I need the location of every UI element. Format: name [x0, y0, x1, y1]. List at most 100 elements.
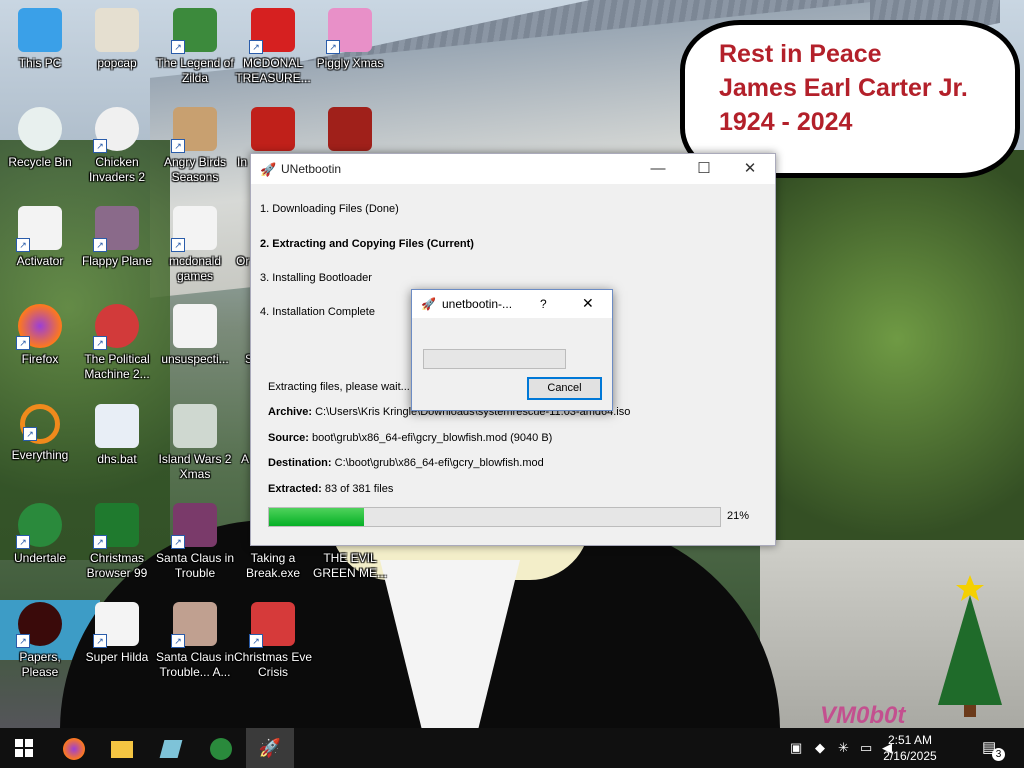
title-bar[interactable]: 🚀 UNetbootin — ☐ ✕ — [251, 154, 775, 184]
island-wars-icon — [173, 404, 217, 448]
santa-icon: ↗ — [171, 602, 217, 648]
icon-label: Taking a Break.exe — [245, 551, 301, 580]
maximize-button[interactable]: ☐ — [681, 154, 727, 184]
desktop-icon-angry-birds[interactable]: ↗ Angry Birds Seasons — [155, 103, 235, 199]
angry-birds-icon: ↗ — [171, 107, 217, 153]
step-1: 1. Downloading Files (Done) — [260, 203, 399, 215]
desktop-icon-undertale[interactable]: ↗ Undertale — [0, 499, 80, 595]
desktop-icon-christmas-browser[interactable]: ↗ Christmas Browser 99 — [77, 499, 157, 595]
dialog-progress-bar — [423, 349, 566, 369]
clock[interactable]: 2:51 AM 2/16/2025 — [880, 732, 940, 764]
mcdonalds-icon: ↗ — [249, 8, 295, 54]
taskbar-file-explorer[interactable] — [98, 728, 146, 768]
desktop-icon-piggly-xmas[interactable]: ↗ Piggly Xmas — [310, 4, 390, 100]
minimize-button[interactable]: — — [635, 154, 681, 184]
tray-app-icon[interactable]: ▣ — [790, 740, 802, 756]
tray-shield-icon[interactable]: ◆ — [815, 740, 825, 756]
christmas-tree-decoration — [930, 570, 1010, 720]
desktop-icon-activator[interactable]: ↗ Activator — [0, 202, 80, 298]
desktop-icon-mcdonald-treasure[interactable]: ↗ MCDONAL TREASURE... — [233, 4, 313, 100]
icon-label: Santa Claus in Trouble — [155, 551, 235, 580]
desktop-icon-popcap[interactable]: popcap — [77, 4, 157, 100]
snowman-icon — [251, 107, 295, 151]
taskbar-firefox[interactable] — [50, 728, 98, 768]
start-button[interactable] — [0, 728, 48, 768]
taskbar-app-3[interactable] — [147, 728, 195, 768]
unetbootin-dialog: 🚀 unetbootin-... ? ✕ Cancel — [411, 289, 613, 411]
help-button[interactable]: ? — [540, 297, 547, 311]
rocket-icon: 🚀 — [421, 297, 436, 311]
zilda-icon: ↗ — [171, 8, 217, 54]
destination-value: C:\boot\grub\x86_64-efi\gcry_blowfish.mo… — [331, 457, 544, 469]
archive-label: Archive: — [268, 406, 313, 418]
network-icon[interactable]: ▭ — [860, 740, 872, 756]
taskbar-unetbootin[interactable]: 🚀 — [246, 728, 294, 768]
icon-label: Santa Claus in Trouble... A... — [155, 650, 235, 679]
santa-icon: ↗ — [171, 503, 217, 549]
desktop-icon-this-pc[interactable]: This PC — [0, 4, 80, 100]
dialog-title-bar[interactable]: 🚀 unetbootin-... ? ✕ — [412, 290, 612, 318]
icon-label: Flappy Plane — [81, 254, 153, 268]
icon-label: The Political Machine 2... — [84, 352, 150, 381]
icon-label: Everything — [11, 448, 69, 462]
icon-label: Island Wars 2 Xmas — [158, 452, 232, 481]
file-icon: ↗ — [16, 206, 62, 252]
teddy-bear-icon — [328, 107, 372, 151]
desktop-icon-flappy-plane[interactable]: ↗ Flappy Plane — [77, 202, 157, 298]
icon-label: Undertale — [13, 551, 67, 565]
desktop-icon-mcdonald-games[interactable]: ↗ mcdonald games — [155, 202, 235, 298]
desktop-icon-chicken-invaders[interactable]: ↗ Chicken Invaders 2 — [77, 103, 157, 199]
extracted-label: Extracted: — [268, 483, 322, 495]
icon-label: popcap — [97, 56, 137, 70]
progress-bar — [268, 507, 721, 527]
watermark: VM0b0t — [820, 702, 906, 728]
desktop-icon-political-machine[interactable]: ↗ The Political Machine 2... — [77, 300, 157, 396]
icon-label: This PC — [18, 56, 62, 70]
computer-icon — [18, 8, 62, 52]
desktop-icon-papers-please[interactable]: ↗ Papers, Please — [0, 598, 80, 694]
gear-icon — [95, 404, 139, 448]
santa-icon: ↗ — [249, 602, 295, 648]
folder-icon — [111, 740, 133, 758]
icon-label: unsuspecti... — [161, 352, 229, 366]
step-4: 4. Installation Complete — [260, 306, 375, 318]
desktop-icon-santa-claus-trouble-a[interactable]: ↗ Santa Claus in Trouble... A... — [155, 598, 235, 694]
rocket-icon: 🚀 — [258, 738, 282, 758]
desktop-icon-santa-claus-trouble[interactable]: ↗ Santa Claus in Trouble — [155, 499, 235, 595]
icon-label: Christmas Eve Crisis — [233, 650, 313, 679]
cancel-button[interactable]: Cancel — [527, 377, 602, 400]
time: 2:51 AM — [887, 733, 933, 747]
icon-label: Papers, Please — [19, 650, 61, 679]
christmas-tree-icon: ↗ — [93, 503, 139, 549]
tray-snowflake-icon[interactable]: ✳ — [838, 740, 849, 756]
desktop-icon-dhs-bat[interactable]: dhs.bat — [77, 400, 157, 496]
desktop-icon-christmas-eve-crisis[interactable]: ↗ Christmas Eve Crisis — [233, 598, 313, 694]
desktop-icon-firefox[interactable]: ↗ Firefox — [0, 300, 80, 396]
windows-logo-icon — [15, 739, 33, 757]
date: 2/16/2025 — [883, 749, 937, 763]
undertale-icon — [210, 738, 232, 761]
source-value: boot\grub\x86_64-efi\gcry_blowfish.mod (… — [308, 432, 553, 444]
desktop-icon-recycle-bin[interactable]: Recycle Bin — [0, 103, 80, 199]
taskbar-undertale[interactable] — [197, 728, 245, 768]
desktop-icon-legend-of-zilda[interactable]: ↗ The Legend of Zilda — [155, 4, 235, 100]
destination-label: Destination: — [268, 457, 332, 469]
destination-row: Destination: C:\boot\grub\x86_64-efi\gcr… — [268, 457, 544, 469]
desktop-icon-super-hilda[interactable]: ↗ Super Hilda — [77, 598, 157, 694]
memorial-line-3: 1924 - 2024 — [719, 108, 853, 136]
dialog-close-button[interactable]: ✕ — [582, 295, 594, 312]
desktop-icon-unsuspecting[interactable]: unsuspecti... — [155, 300, 235, 396]
firefox-icon — [63, 738, 85, 761]
political-machine-icon: ↗ — [93, 304, 139, 350]
icon-label: Piggly Xmas — [316, 56, 384, 70]
icon-label: Chicken Invaders 2 — [88, 155, 146, 184]
desktop-icon-everything[interactable]: ↗ Everything — [0, 400, 80, 496]
undertale-icon: ↗ — [16, 503, 62, 549]
icon-label: The Legend of Zilda — [156, 56, 234, 85]
icon-label: Super Hilda — [85, 650, 149, 664]
icon-label: mcdonald games — [168, 254, 222, 283]
source-row: Source: boot\grub\x86_64-efi\gcry_blowfi… — [268, 432, 552, 444]
file-icon — [173, 304, 217, 348]
close-button[interactable]: ✕ — [727, 154, 773, 184]
desktop-icon-island-wars[interactable]: Island Wars 2 Xmas — [155, 400, 235, 496]
